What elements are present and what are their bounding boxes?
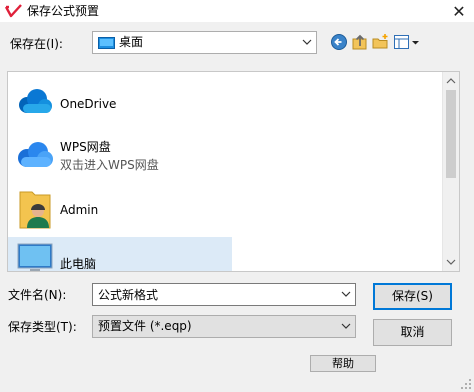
scroll-down-icon[interactable] (443, 254, 459, 270)
save-button[interactable]: 保存(S) (373, 283, 452, 310)
filename-field[interactable] (92, 283, 356, 306)
item-name: Admin (60, 203, 99, 217)
save-in-combo[interactable]: 桌面 (92, 31, 317, 54)
list-item-onedrive[interactable]: OneDrive (8, 78, 232, 130)
item-subtitle: 双击进入WPS网盘 (60, 158, 159, 172)
cancel-button[interactable]: 取消 (373, 319, 452, 346)
chevron-down-icon[interactable] (298, 32, 316, 53)
item-name: OneDrive (60, 97, 117, 111)
filetype-select[interactable]: 预置文件 (*.eqp) (92, 315, 356, 338)
resize-grip-icon[interactable] (460, 378, 472, 390)
chevron-down-icon[interactable] (337, 284, 355, 305)
item-name: WPS网盘 (60, 140, 111, 154)
filetype-label: 保存类型(T): (8, 320, 77, 334)
view-menu-icon[interactable] (393, 33, 421, 51)
desktop-icon (98, 37, 115, 49)
user-folder-icon (19, 191, 51, 229)
new-folder-icon[interactable] (372, 33, 390, 51)
save-in-value: 桌面 (119, 35, 144, 49)
file-list[interactable]: OneDrive WPS网盘 双击进入WPS网盘 Admin 此电脑 (7, 71, 460, 272)
onedrive-cloud-icon (19, 89, 52, 113)
filename-input[interactable] (93, 284, 337, 305)
filetype-value: 预置文件 (*.eqp) (98, 319, 192, 333)
list-item-admin[interactable]: Admin (8, 184, 232, 236)
back-arrow-icon[interactable] (330, 33, 348, 51)
vertical-scrollbar[interactable] (442, 72, 459, 271)
computer-icon (17, 243, 53, 271)
item-name: 此电脑 (60, 257, 97, 271)
up-folder-icon[interactable] (351, 33, 369, 51)
app-logo-icon (5, 4, 22, 18)
wps-cloud-icon (18, 142, 53, 167)
scroll-thumb[interactable] (446, 90, 456, 178)
title-bar: 保存公式预置 ✕ (0, 0, 474, 22)
close-button[interactable]: ✕ (444, 0, 474, 22)
chevron-down-icon[interactable] (337, 316, 355, 337)
window-title: 保存公式预置 (27, 4, 100, 18)
list-item-this-pc[interactable]: 此电脑 (8, 237, 232, 271)
filename-label: 文件名(N): (8, 288, 67, 302)
save-in-label: 保存在(I): (10, 37, 63, 51)
help-button[interactable]: 帮助 (310, 355, 376, 372)
list-item-wps-cloud[interactable]: WPS网盘 双击进入WPS网盘 (8, 130, 232, 182)
scroll-up-icon[interactable] (443, 73, 459, 89)
close-icon: ✕ (452, 1, 466, 21)
